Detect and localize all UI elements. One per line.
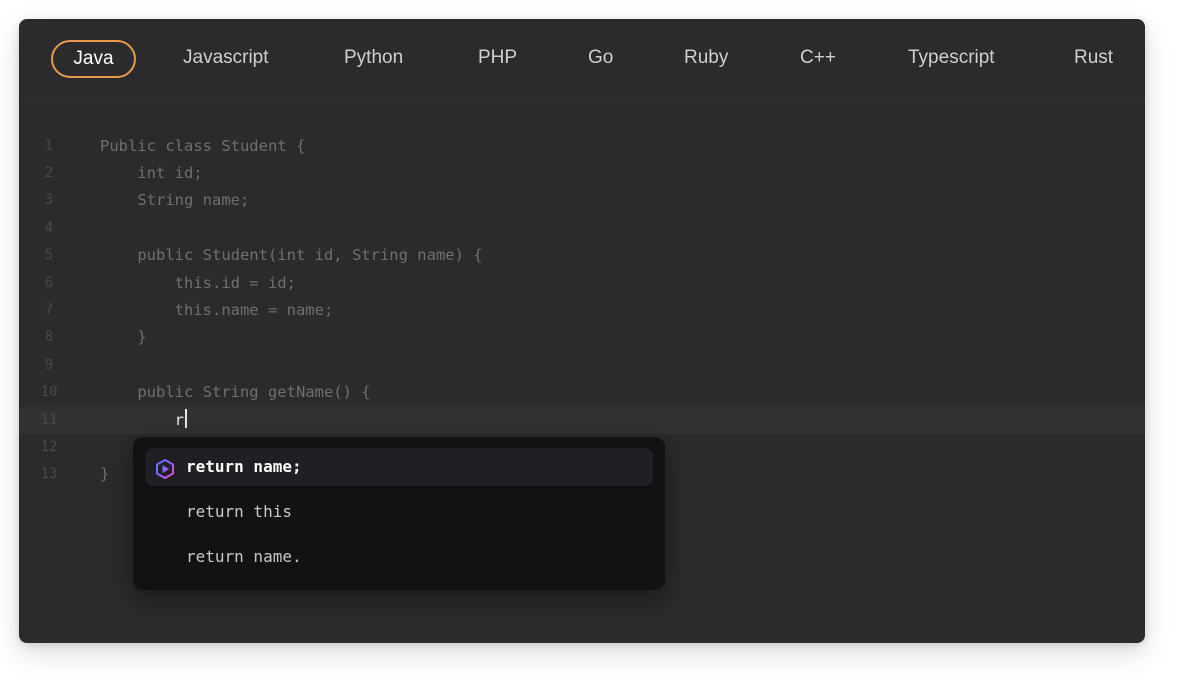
autocomplete-popup: return name; return this return name. <box>133 437 665 590</box>
line-number: 2 <box>44 165 54 181</box>
line-number: 10 <box>40 384 58 400</box>
code-text: } <box>100 465 110 483</box>
code-text: String name; <box>100 191 250 209</box>
code-line: 8 } <box>19 324 1145 351</box>
suggestion-label: return this <box>186 502 292 521</box>
code-line: 3 String name; <box>19 187 1145 214</box>
line-number: 3 <box>44 192 54 208</box>
line-number: 9 <box>44 357 54 373</box>
ai-assistant-icon <box>154 456 176 479</box>
code-text: Public class Student { <box>100 137 306 155</box>
code-text: r <box>100 407 187 434</box>
code-line: 6 this.id = id; <box>19 270 1145 297</box>
suggestion-item[interactable]: return this <box>145 493 653 531</box>
code-text: this.id = id; <box>100 274 296 292</box>
tab-python[interactable]: Python <box>344 40 403 76</box>
code-line: 1 Public class Student { <box>19 133 1145 160</box>
code-line: 7 this.name = name; <box>19 297 1145 324</box>
tab-cpp[interactable]: C++ <box>800 40 836 76</box>
line-number: 13 <box>40 466 58 482</box>
tab-typescript[interactable]: Typescript <box>908 40 995 76</box>
code-text: int id; <box>100 164 203 182</box>
typed-text: r <box>100 411 184 429</box>
language-tabs: Java Javascript Python PHP Go Ruby C++ T… <box>19 19 1145 100</box>
line-number: 11 <box>40 412 58 428</box>
code-line: 10 public String getName() { <box>19 379 1145 406</box>
line-number: 8 <box>44 329 54 345</box>
tab-php[interactable]: PHP <box>478 40 517 76</box>
tab-rust[interactable]: Rust <box>1074 40 1113 76</box>
line-number: 4 <box>44 220 54 236</box>
code-text: this.name = name; <box>100 301 334 319</box>
current-code-line: 11 r <box>19 407 1145 434</box>
line-number: 1 <box>44 138 54 154</box>
suggestion-label: return name. <box>186 547 302 566</box>
code-text: public String getName() { <box>100 383 371 401</box>
tab-javascript[interactable]: Javascript <box>183 40 269 76</box>
line-number: 7 <box>44 302 54 318</box>
code-line: 2 int id; <box>19 160 1145 187</box>
suggestion-item[interactable]: return name; <box>145 448 653 486</box>
code-editor-window: Java Javascript Python PHP Go Ruby C++ T… <box>19 19 1145 643</box>
code-line: 5 public Student(int id, String name) { <box>19 242 1145 269</box>
suggestion-label: return name; <box>186 457 302 476</box>
line-number: 5 <box>44 247 54 263</box>
tab-java[interactable]: Java <box>51 40 136 78</box>
line-number: 12 <box>40 439 58 455</box>
code-text: } <box>100 328 147 346</box>
tab-go[interactable]: Go <box>588 40 613 76</box>
line-number: 6 <box>44 275 54 291</box>
text-cursor <box>185 409 187 428</box>
suggestion-item[interactable]: return name. <box>145 538 653 576</box>
tab-ruby[interactable]: Ruby <box>684 40 728 76</box>
code-text: public Student(int id, String name) { <box>100 246 483 264</box>
code-line: 4 <box>19 215 1145 242</box>
code-line: 9 <box>19 352 1145 379</box>
